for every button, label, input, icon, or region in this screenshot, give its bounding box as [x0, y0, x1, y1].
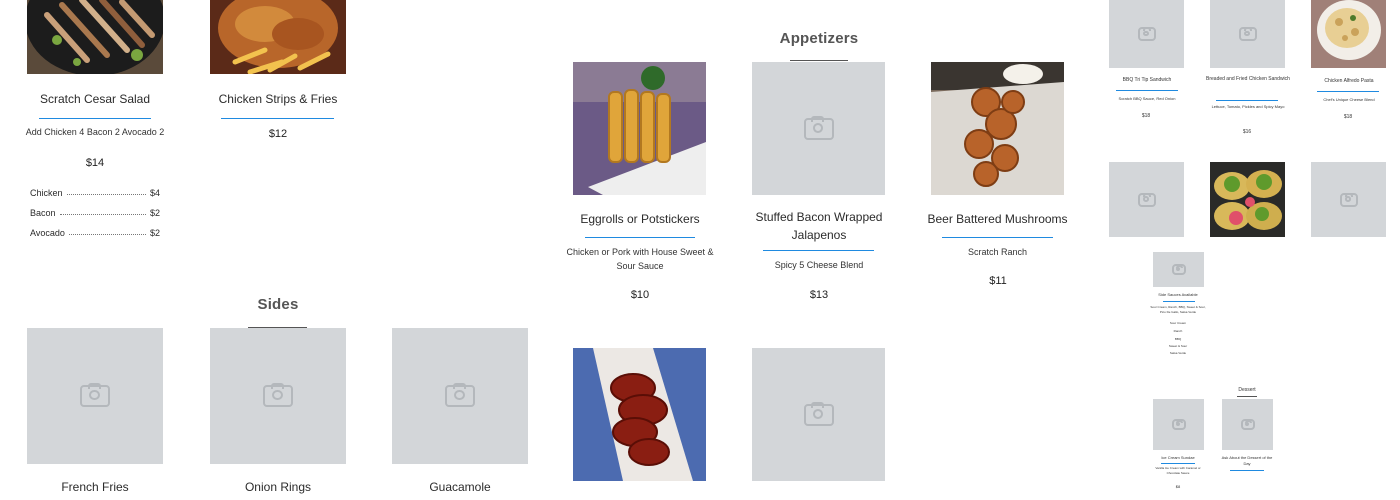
jalapenos-photo[interactable]	[752, 62, 885, 195]
sauces-divider	[1163, 301, 1195, 302]
jalapenos-desc: Spicy 5 Cheese Blend	[774, 260, 864, 270]
appetizers-section-title: Appetizers	[779, 30, 859, 47]
chicken-sandwich-desc: Lettuce, Tomato, Pickles and Spicy Mayo	[1211, 104, 1285, 109]
chicken-strips-name: Chicken Strips & Fries	[218, 92, 338, 106]
option-leader	[59, 213, 146, 215]
ice-cream-desc: Vanilla Ice Cream with Caramel or Chocol…	[1155, 466, 1201, 475]
camera-icon	[1240, 419, 1255, 430]
ice-cream-price: $8	[1175, 484, 1181, 489]
cesar-salad-price: $14	[85, 157, 105, 169]
alfredo-pasta-name: Chicken Alfredo Pasta	[1324, 78, 1374, 84]
jalapenos-divider	[763, 250, 874, 251]
alfredo-pasta-divider	[1317, 91, 1379, 92]
chicken-strips-photo[interactable]	[210, 0, 346, 74]
eggrolls-desc: Chicken or Pork with House Sweet & Sour …	[566, 247, 714, 271]
chicken-strips-price: $12	[268, 128, 288, 140]
camera-icon	[1171, 419, 1186, 430]
camera-icon	[1137, 27, 1156, 41]
alfredo-pasta-price: $18	[1343, 114, 1353, 120]
mushrooms-name: Beer Battered Mushrooms	[927, 212, 1068, 226]
appetizer-placeholder-photo[interactable]	[752, 348, 885, 481]
sides-section-title: Sides	[257, 296, 299, 313]
jalapenos-name: Stuffed Bacon Wrapped Jalapenos	[755, 210, 883, 242]
option-price: $4	[149, 188, 160, 198]
alfredo-pasta-desc: Chef's Unique Cheese Blend	[1323, 97, 1375, 102]
chicken-sandwich-price: $16	[1242, 129, 1252, 135]
jalapenos-price: $13	[809, 289, 829, 301]
camera-icon	[1238, 27, 1257, 41]
chicken-strips-divider	[221, 118, 334, 119]
eggrolls-price: $10	[630, 289, 650, 301]
mini-placeholder-photo[interactable]	[1311, 162, 1386, 237]
chicken-sandwich-photo[interactable]	[1210, 0, 1285, 68]
eggrolls-name: Eggrolls or Potstickers	[580, 212, 700, 226]
option-label: Bacon	[30, 208, 56, 218]
onion-rings-photo[interactable]	[210, 328, 346, 464]
camera-icon	[263, 383, 293, 407]
camera-icon	[1339, 192, 1358, 207]
camera-icon	[80, 383, 110, 407]
sauce-item: Sour Cream	[1169, 321, 1187, 325]
tri-tip-divider	[1116, 90, 1178, 91]
chicken-sandwich-name: Breaded and Fried Chicken Sandwich	[1206, 76, 1290, 82]
mushrooms-price: $11	[989, 275, 1007, 287]
cesar-salad-desc: Add Chicken 4 Bacon 2 Avocado 2	[25, 127, 165, 137]
cesar-salad-photo[interactable]	[27, 0, 163, 74]
cesar-salad-divider	[39, 118, 151, 119]
option-row: Avocado $2	[30, 228, 160, 238]
option-label: Chicken	[30, 188, 63, 198]
option-leader	[66, 193, 146, 195]
appetizers-title-divider	[790, 60, 848, 61]
sauce-item: Salsa Verde	[1169, 351, 1187, 355]
sauces-title: Side Sauces Available	[1158, 292, 1198, 297]
dessert-title: Dessert	[1238, 387, 1256, 393]
camera-icon	[1171, 264, 1186, 275]
tri-tip-desc: Scratch BBQ Sauce, Red Onion	[1118, 96, 1176, 101]
chicken-sandwich-divider	[1216, 100, 1278, 101]
tri-tip-photo[interactable]	[1109, 0, 1184, 68]
alfredo-pasta-photo[interactable]	[1311, 0, 1386, 68]
french-fries-photo[interactable]	[27, 328, 163, 464]
ice-cream-photo[interactable]	[1153, 399, 1204, 450]
eggrolls-photo[interactable]	[573, 62, 706, 195]
french-fries-name: French Fries	[61, 480, 129, 494]
guacamole-name: Guacamole	[429, 480, 491, 494]
ice-cream-name: Ice Cream Sundae	[1161, 455, 1195, 460]
sauce-item: Ranch	[1173, 329, 1183, 333]
sauces-photo[interactable]	[1153, 252, 1204, 287]
ice-cream-divider	[1161, 463, 1195, 464]
camera-icon	[803, 115, 834, 140]
wings-photo[interactable]	[573, 348, 706, 481]
mushrooms-divider	[942, 237, 1053, 238]
camera-icon	[1137, 192, 1156, 207]
option-price: $2	[149, 208, 160, 218]
sauces-desc: Sour Cream, Ranch, BBQ, Sweet & Sour, Pi…	[1150, 305, 1206, 314]
mini-placeholder-photo[interactable]	[1109, 162, 1184, 237]
sauce-item: Sweet & Sour	[1168, 344, 1188, 348]
dessert-of-day-name: Ask About the Dessert of the Day	[1221, 455, 1273, 466]
mushrooms-photo[interactable]	[931, 62, 1064, 195]
sauce-item: BBQ	[1174, 337, 1182, 341]
tri-tip-name: BBQ Tri Tip Sandwich	[1122, 77, 1172, 83]
camera-icon	[445, 383, 475, 407]
dessert-of-day-photo[interactable]	[1222, 399, 1273, 450]
option-row: Chicken $4	[30, 188, 160, 198]
tacos-photo[interactable]	[1210, 162, 1285, 237]
option-price: $2	[149, 228, 160, 238]
onion-rings-name: Onion Rings	[244, 480, 312, 494]
tri-tip-price: $18	[1141, 113, 1151, 119]
option-label: Avocado	[30, 228, 65, 238]
dessert-of-day-divider	[1230, 470, 1264, 471]
guacamole-photo[interactable]	[392, 328, 528, 464]
eggrolls-divider	[585, 237, 695, 238]
option-row: Bacon $2	[30, 208, 160, 218]
mushrooms-desc: Scratch Ranch	[967, 247, 1028, 257]
dessert-title-divider	[1237, 396, 1257, 397]
cesar-salad-name: Scratch Cesar Salad	[39, 92, 151, 106]
camera-icon	[803, 401, 834, 426]
option-leader	[68, 233, 146, 235]
